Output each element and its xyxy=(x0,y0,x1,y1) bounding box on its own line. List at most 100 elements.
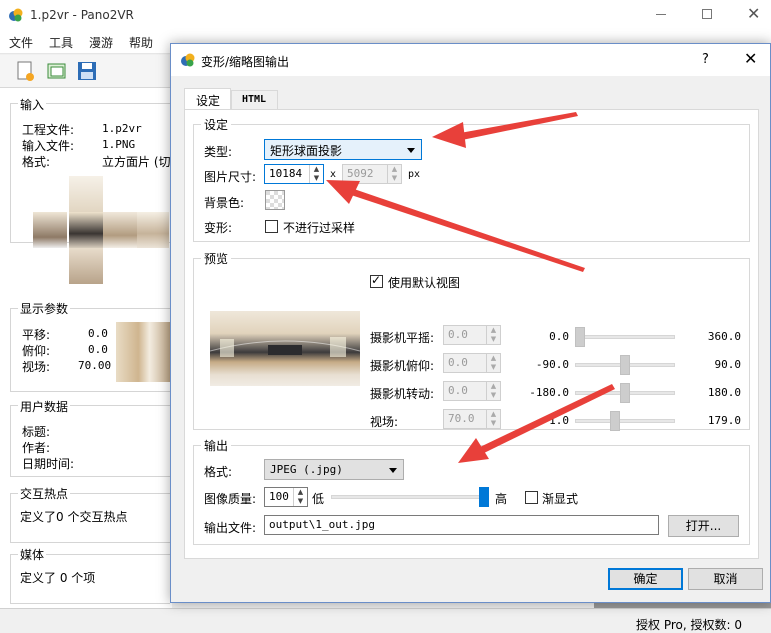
hotspots-section-title: 交互热点 xyxy=(18,485,71,502)
quality-slider-thumb[interactable] xyxy=(479,487,489,507)
tab-settings-label: 设定 xyxy=(196,94,221,108)
preview-row-slider-thumb xyxy=(620,355,630,375)
use-default-view-label: 使用默认视图 xyxy=(388,276,461,290)
settings-group-title: 设定 xyxy=(201,116,232,133)
status-bar: 授权 Pro, 授权数: 0 xyxy=(0,608,771,633)
preview-row-label: 摄影机俯仰: xyxy=(370,359,435,373)
output-file-value: output\1_out.jpg xyxy=(269,518,375,531)
maximize-icon[interactable] xyxy=(702,9,712,19)
quality-value: 100 xyxy=(269,490,289,503)
transform-output-dialog: 变形/缩略图输出 ? ✕ 设定 HTML 设定 类型: 矩形球面投影 图片尺寸:… xyxy=(170,43,771,603)
preview-row-value: 0.0 xyxy=(448,356,468,369)
format-label: 格式: xyxy=(204,465,233,479)
preview-row-min: 1.0 xyxy=(549,414,569,427)
format-value: 立方面片 (切 xyxy=(102,155,171,169)
format-select-value: JPEG (.jpg) xyxy=(270,463,343,476)
tab-html-label: HTML xyxy=(242,94,267,105)
type-select-value: 矩形球面投影 xyxy=(270,144,343,158)
tab-settings[interactable]: 设定 xyxy=(184,88,231,110)
view-thumbnail xyxy=(116,322,172,382)
main-titlebar: 1.p2vr - Pano2VR ✕ xyxy=(0,0,771,30)
author-label: 作者: xyxy=(22,441,51,455)
pan-value: 0.0 xyxy=(88,327,108,340)
cube-faces-thumbnail xyxy=(33,176,169,284)
cancel-label: 取消 xyxy=(713,572,738,586)
dialog-close-icon[interactable]: ✕ xyxy=(744,49,757,68)
minimize-icon[interactable] xyxy=(656,14,666,15)
bg-label: 背景色: xyxy=(204,196,245,210)
use-default-view-checkbox[interactable]: ✓ xyxy=(370,273,383,288)
width-spinner[interactable]: ▲ ▼ xyxy=(309,165,323,183)
preview-image xyxy=(210,311,360,386)
size-unit: px xyxy=(408,169,421,180)
dialog-title: 变形/缩略图输出 xyxy=(201,55,290,69)
title-label: 标题: xyxy=(22,425,51,439)
ok-label: 确定 xyxy=(633,572,658,586)
cancel-button[interactable]: 取消 xyxy=(688,568,763,590)
license-status: 授权 Pro, 授权数: 0 xyxy=(636,618,742,632)
preview-row-label: 摄影机平摇: xyxy=(370,331,435,345)
output-file-input[interactable]: output\1_out.jpg xyxy=(264,515,659,535)
format-select[interactable]: JPEG (.jpg) xyxy=(264,459,404,480)
input-section-title: 输入 xyxy=(18,96,47,113)
height-value: 5092 xyxy=(347,167,374,180)
open-project-icon[interactable] xyxy=(45,59,69,83)
help-button[interactable]: ? xyxy=(702,52,709,67)
left-panel: 输入 工程文件: 1.p2vr 输入文件: 1.PNG 格式: 立方面片 (切 … xyxy=(0,88,172,608)
fov-value: 70.00 xyxy=(78,359,112,372)
menu-file[interactable]: 文件 xyxy=(9,34,33,51)
no-resample-label: 不进行过采样 xyxy=(283,221,356,235)
project-file-value: 1.p2vr xyxy=(102,122,142,135)
preview-row-max: 179.0 xyxy=(707,414,741,427)
fov-label: 视场: xyxy=(22,360,51,374)
hotspots-count: 定义了0 个交互热点 xyxy=(20,510,128,524)
preview-row-spinner: ▲ ▼ xyxy=(486,326,500,344)
format-label: 格式: xyxy=(22,155,51,169)
quality-spinner[interactable]: ▲ ▼ xyxy=(293,488,307,506)
preview-row-slider-thumb xyxy=(575,327,585,347)
tab-html[interactable]: HTML xyxy=(231,90,278,110)
input-file-label: 输入文件: xyxy=(22,139,75,153)
app-logo-icon xyxy=(8,7,24,23)
menu-help[interactable]: 帮助 xyxy=(129,34,153,51)
preview-row-slider-thumb xyxy=(610,411,620,431)
output-file-label: 输出文件: xyxy=(204,521,257,535)
menu-tour[interactable]: 漫游 xyxy=(89,34,113,51)
open-file-button[interactable]: 打开... xyxy=(668,515,739,537)
quality-high-label: 高 xyxy=(495,492,508,506)
preview-row-slider-thumb xyxy=(620,383,630,403)
project-file-label: 工程文件: xyxy=(22,123,75,137)
preview-row-slider-track xyxy=(575,335,675,339)
preview-row-max: 360.0 xyxy=(707,330,741,343)
type-select[interactable]: 矩形球面投影 xyxy=(264,139,422,160)
transform-label: 变形: xyxy=(204,221,233,235)
open-file-label: 打开... xyxy=(685,519,722,533)
bg-color-swatch[interactable] xyxy=(265,190,285,210)
quality-slider-track[interactable] xyxy=(331,495,489,499)
close-icon[interactable]: ✕ xyxy=(747,4,760,23)
preview-row-spinner: ▲ ▼ xyxy=(486,382,500,400)
preview-row-value: 0.0 xyxy=(448,384,468,397)
output-group-title: 输出 xyxy=(201,437,232,454)
checkmark-icon: ✓ xyxy=(371,273,382,287)
type-label: 类型: xyxy=(204,145,233,159)
dialog-logo-icon xyxy=(180,52,196,68)
chevron-down-icon xyxy=(389,468,397,473)
quality-label: 图像质量: xyxy=(204,492,257,506)
save-project-icon[interactable] xyxy=(75,59,99,83)
media-count: 定义了 0 个项 xyxy=(20,571,96,585)
height-spinner: ▲ ▼ xyxy=(387,165,401,183)
size-label: 图片尺寸: xyxy=(204,170,257,184)
no-resample-checkbox[interactable] xyxy=(265,220,278,233)
progressive-label: 渐显式 xyxy=(542,492,579,506)
tilt-value: 0.0 xyxy=(88,343,108,356)
preview-row-spinner: ▲ ▼ xyxy=(486,410,500,428)
new-project-icon[interactable] xyxy=(14,59,38,83)
progressive-checkbox[interactable] xyxy=(525,491,538,504)
date-label: 日期时间: xyxy=(22,457,75,471)
width-value: 10184 xyxy=(269,167,303,180)
chevron-down-icon xyxy=(407,148,415,153)
ok-button[interactable]: 确定 xyxy=(608,568,683,590)
menu-tools[interactable]: 工具 xyxy=(49,34,73,51)
preview-row-max: 180.0 xyxy=(707,386,741,399)
